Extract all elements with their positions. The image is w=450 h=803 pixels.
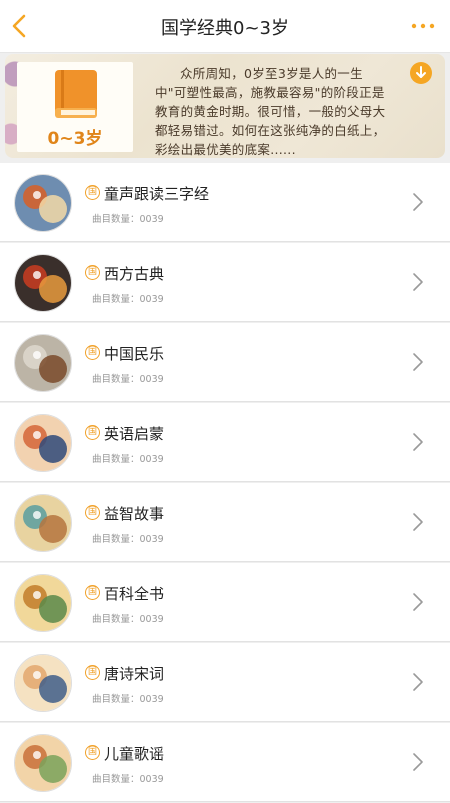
age-cover: 0~3岁 bbox=[17, 62, 133, 152]
album-title: 童声跟读三字经 bbox=[104, 185, 210, 203]
banner-description: 众所周知，0岁至3岁是人的一生中"可塑性最高，施教最容易"的阶段正是教育的黄金时… bbox=[155, 66, 386, 157]
chevron-right-icon bbox=[413, 353, 423, 371]
album-cover-avatar bbox=[14, 254, 72, 312]
list-item[interactable]: 国 百科全书 曲目数量：0039 bbox=[0, 563, 450, 642]
guoxue-badge-icon: 国 bbox=[85, 665, 100, 680]
guoxue-badge-icon: 国 bbox=[85, 585, 100, 600]
chevron-right-icon bbox=[413, 753, 423, 771]
guoxue-badge-icon: 国 bbox=[85, 745, 100, 760]
album-cover-avatar bbox=[14, 174, 72, 232]
chevron-right-icon bbox=[413, 433, 423, 451]
track-count: 曲目数量：0039 bbox=[92, 534, 164, 545]
top-navbar: 国学经典0~3岁 bbox=[0, 0, 450, 53]
intro-banner: 0~3岁 众所周知，0岁至3岁是人的一生中"可塑性最高，施教最容易"的阶段正是教… bbox=[5, 54, 445, 158]
chevron-right-icon bbox=[413, 513, 423, 531]
guoxue-badge-icon: 国 bbox=[85, 425, 100, 440]
list-item[interactable]: 国 唐诗宋词 曲目数量：0039 bbox=[0, 643, 450, 722]
book-icon bbox=[55, 70, 97, 118]
download-arrow-icon bbox=[416, 66, 426, 78]
track-count: 曲目数量：0039 bbox=[92, 614, 164, 625]
list-item[interactable]: 国 童声跟读三字经 曲目数量：0039 bbox=[0, 163, 450, 242]
album-title: 百科全书 bbox=[104, 585, 165, 603]
chevron-right-icon bbox=[413, 273, 423, 291]
age-label: 0~3岁 bbox=[47, 129, 103, 149]
album-cover-avatar bbox=[14, 494, 72, 552]
album-title: 英语启蒙 bbox=[104, 425, 165, 443]
album-title: 儿童歌谣 bbox=[104, 745, 165, 763]
more-options-icon[interactable] bbox=[410, 16, 436, 36]
chevron-right-icon bbox=[413, 673, 423, 691]
list-item[interactable]: 国 西方古典 曲目数量：0039 bbox=[0, 243, 450, 322]
page-title: 国学经典0~3岁 bbox=[161, 18, 289, 39]
list-item[interactable]: 国 益智故事 曲目数量：0039 bbox=[0, 483, 450, 562]
album-title: 西方古典 bbox=[104, 265, 165, 283]
download-button[interactable] bbox=[410, 62, 432, 84]
list-item[interactable]: 国 中国民乐 曲目数量：0039 bbox=[0, 323, 450, 402]
guoxue-badge-icon: 国 bbox=[85, 345, 100, 360]
chevron-right-icon bbox=[413, 193, 423, 211]
guoxue-badge-icon: 国 bbox=[85, 505, 100, 520]
guoxue-badge-icon: 国 bbox=[85, 185, 100, 200]
album-title: 中国民乐 bbox=[104, 345, 165, 363]
album-cover-avatar bbox=[14, 414, 72, 472]
list-item[interactable]: 国 英语启蒙 曲目数量：0039 bbox=[0, 403, 450, 482]
track-count: 曲目数量：0039 bbox=[92, 694, 164, 705]
track-count: 曲目数量：0039 bbox=[92, 454, 164, 465]
track-count: 曲目数量：0039 bbox=[92, 294, 164, 305]
album-cover-avatar bbox=[14, 734, 72, 792]
album-list: 国 童声跟读三字经 曲目数量：0039 国 西方古典 曲目数量：0039 国 中… bbox=[0, 163, 450, 803]
album-cover-avatar bbox=[14, 574, 72, 632]
album-cover-avatar bbox=[14, 654, 72, 712]
track-count: 曲目数量：0039 bbox=[92, 374, 164, 385]
album-cover-avatar bbox=[14, 334, 72, 392]
chevron-right-icon bbox=[413, 593, 423, 611]
guoxue-badge-icon: 国 bbox=[85, 265, 100, 280]
track-count: 曲目数量：0039 bbox=[92, 214, 164, 225]
list-item[interactable]: 国 儿童歌谣 曲目数量：0039 bbox=[0, 723, 450, 802]
track-count: 曲目数量：0039 bbox=[92, 774, 164, 785]
album-title: 唐诗宋词 bbox=[104, 665, 165, 683]
album-title: 益智故事 bbox=[104, 505, 165, 523]
